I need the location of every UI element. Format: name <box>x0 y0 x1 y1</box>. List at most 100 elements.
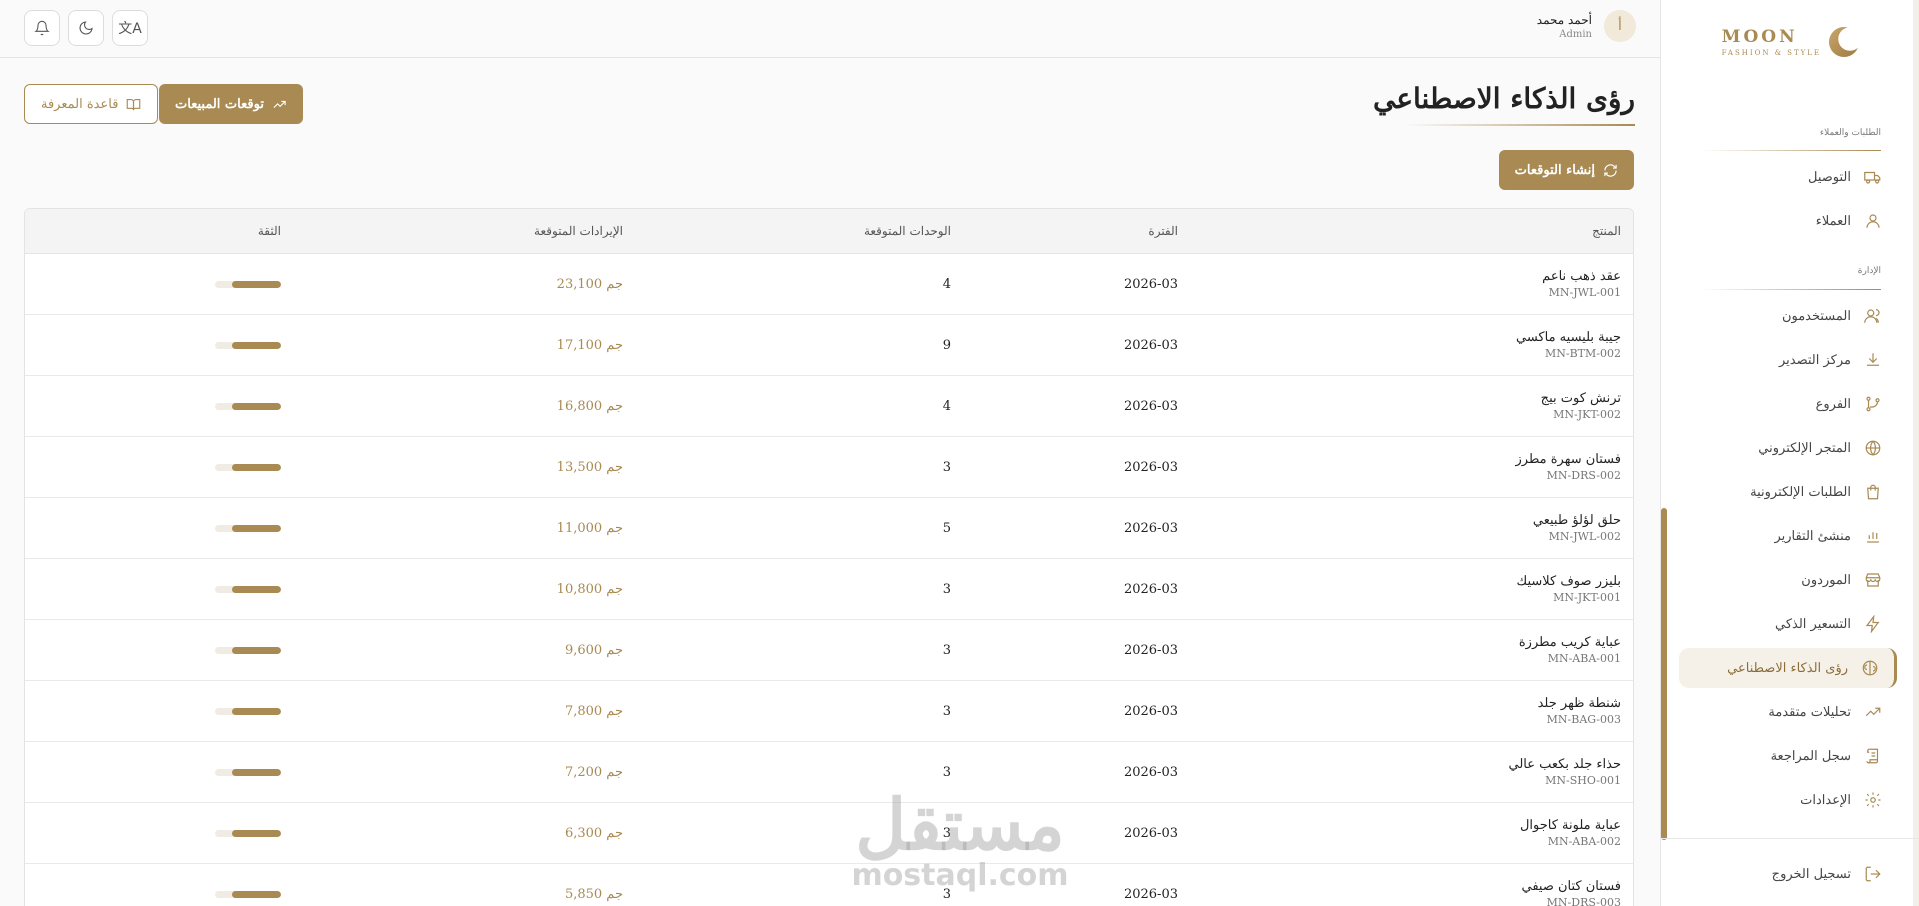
sidebar-item[interactable]: التسعير الذكي <box>1679 604 1897 644</box>
period-value: 2026-03 <box>1123 825 1178 841</box>
brand-logo[interactable]: MOON FASHION & STYLE <box>1722 22 1859 62</box>
theme-toggle-button[interactable] <box>68 10 104 46</box>
revenue-value: 23,100 جم <box>556 276 623 292</box>
sidebar-item[interactable]: تحليلات متقدمة <box>1679 692 1897 732</box>
table-row[interactable]: حلق لؤلؤ طبيعي MN-JWL-002 2026-03 5 11,000 ج… <box>25 498 1633 559</box>
product-sku: MN-DRS-002 <box>1546 469 1621 482</box>
translate-icon: 文A <box>118 21 142 37</box>
confidence-fill <box>231 341 281 349</box>
moon-icon <box>79 21 93 35</box>
title-underline <box>1405 124 1635 126</box>
sidebar-item[interactable]: العملاء <box>1679 201 1897 241</box>
table-row[interactable]: ترنش كوت بيج MN-JKT-002 2026-03 4 16,800 جم <box>25 376 1633 437</box>
table-header: المنتج الفترة الوحدات المتوقعة الإيرادات… <box>25 209 1633 254</box>
confidence-bar <box>215 341 281 349</box>
table-row[interactable]: عباية كريب مطرزة MN-ABA-001 2026-03 3 9,600 … <box>25 620 1633 681</box>
section-divider <box>1701 150 1881 151</box>
user-menu[interactable]: أ أحمد محمد Admin <box>1537 10 1636 42</box>
logout-icon <box>1863 864 1883 884</box>
globe-icon <box>1863 438 1883 458</box>
product-sku: MN-JWL-002 <box>1548 530 1621 543</box>
table-row[interactable]: جيبة بليسيه ماكسي MN-BTM-002 2026-03 9 17,10… <box>25 315 1633 376</box>
revenue-value: 5,850 جم <box>564 886 623 902</box>
trending-up-icon <box>273 100 286 108</box>
column-header-units[interactable]: الوحدات المتوقعة <box>864 209 951 253</box>
generate-forecasts-button[interactable]: إنشاء التوقعات <box>1498 150 1634 190</box>
sales-forecast-button[interactable]: توقعات المبيعات <box>159 84 303 124</box>
confidence-bar <box>215 707 281 715</box>
page-title: رؤى الذكاء الاصطناعي <box>1372 82 1635 115</box>
sidebar-item[interactable]: المتجر الإلكتروني <box>1679 428 1897 468</box>
sidebar-item[interactable]: منشئ التقارير <box>1679 516 1897 556</box>
confidence-bar <box>215 768 281 776</box>
revenue-value: 6,300 جم <box>564 825 623 841</box>
period-value: 2026-03 <box>1123 276 1178 292</box>
sidebar-item[interactable]: سجل المراجعة <box>1679 736 1897 776</box>
sidebar-item[interactable]: رؤى الذكاء الاصطناعي <box>1679 648 1897 688</box>
confidence-fill <box>231 463 281 471</box>
forecast-table: المنتج الفترة الوحدات المتوقعة الإيرادات… <box>24 208 1634 906</box>
revenue-value: 17,100 جم <box>556 337 623 353</box>
download-icon <box>1863 350 1883 370</box>
table-row[interactable]: عباية ملونة كاجوال MN-ABA-002 2026-03 3 6,30… <box>25 803 1633 864</box>
sidebar-item[interactable]: التوصيل <box>1679 157 1897 197</box>
sidebar-item[interactable]: مركز التصدير <box>1679 340 1897 380</box>
topbar: 文A أ أحمد محمد Admin <box>0 0 1660 58</box>
confidence-fill <box>231 768 281 776</box>
logout-button[interactable]: تسجيل الخروج <box>1679 856 1897 892</box>
table-row[interactable]: حذاء جلد بكعب عالي MN-SHO-001 2026-03 3 7,20… <box>25 742 1633 803</box>
product-sku: MN-DRS-003 <box>1546 896 1621 906</box>
confidence-bar <box>215 585 281 593</box>
truck-icon <box>1863 167 1883 187</box>
product-sku: MN-JWL-001 <box>1548 286 1621 299</box>
confidence-bar <box>215 890 281 898</box>
sidebar-item[interactable]: الفروع <box>1679 384 1897 424</box>
section-label-orders: الطلبات والعملاء <box>1819 128 1881 138</box>
product-name: حلق لؤلؤ طبيعي <box>1532 513 1621 528</box>
period-value: 2026-03 <box>1123 703 1178 719</box>
confidence-bar <box>215 829 281 837</box>
sidebar-item-label: سجل المراجعة <box>1770 748 1851 764</box>
product-name: فستان سهرة مطرز <box>1515 452 1621 467</box>
column-header-revenue[interactable]: الإيرادات المتوقعة <box>534 209 623 253</box>
book-icon <box>127 98 141 110</box>
brand-name: MOON <box>1721 27 1798 47</box>
table-row[interactable]: بليزر صوف كلاسيك MN-JKT-001 2026-03 3 10,800… <box>25 559 1633 620</box>
sidebar-scrollbar[interactable] <box>1661 508 1667 840</box>
sidebar-scrollbar-track <box>1913 0 1919 906</box>
units-value: 3 <box>942 703 951 719</box>
sidebar-item[interactable]: الموردون <box>1679 560 1897 600</box>
product-sku: MN-ABA-002 <box>1547 835 1621 848</box>
confidence-fill <box>231 524 281 532</box>
sidebar-item[interactable]: الطلبات الإلكترونية <box>1679 472 1897 512</box>
period-value: 2026-03 <box>1123 520 1178 536</box>
revenue-value: 9,600 جم <box>564 642 623 658</box>
table-row[interactable]: فستان سهرة مطرز MN-DRS-002 2026-03 3 13,500 … <box>25 437 1633 498</box>
revenue-value: 13,500 جم <box>556 459 623 475</box>
sidebar-item-label: المستخدمون <box>1781 308 1851 324</box>
product-name: ترنش كوت بيج <box>1540 391 1621 406</box>
sidebar-item[interactable]: الإعدادات <box>1679 780 1897 820</box>
product-name: جيبة بليسيه ماكسي <box>1516 330 1621 345</box>
notifications-button[interactable] <box>24 10 60 46</box>
column-header-product[interactable]: المنتج <box>1592 209 1621 253</box>
sidebar: MOON FASHION & STYLE الطلبات والعملاء ال… <box>1660 0 1919 906</box>
product-sku: MN-BAG-003 <box>1546 713 1621 726</box>
confidence-bar <box>215 524 281 532</box>
column-header-period[interactable]: الفترة <box>1148 209 1178 253</box>
table-row[interactable]: فستان كتان صيفي MN-DRS-003 2026-03 3 5,850 ج… <box>25 864 1633 906</box>
column-header-confidence[interactable]: الثقة <box>258 209 281 253</box>
knowledge-base-button[interactable]: قاعدة المعرفة <box>24 84 159 124</box>
trending-up-icon <box>1863 702 1883 722</box>
generate-forecasts-label: إنشاء التوقعات <box>1514 162 1595 178</box>
user-icon <box>1863 211 1883 231</box>
language-toggle-button[interactable]: 文A <box>112 10 148 46</box>
sidebar-item[interactable]: المستخدمون <box>1679 296 1897 336</box>
table-row[interactable]: عقد ذهب ناعم MN-JWL-001 2026-03 4 23,100 جم <box>25 254 1633 315</box>
table-row[interactable]: شنطة ظهر جلد MN-BAG-003 2026-03 3 7,800 جم <box>25 681 1633 742</box>
product-name: بليزر صوف كلاسيك <box>1516 574 1621 589</box>
product-name: فستان كتان صيفي <box>1521 879 1622 894</box>
gear-icon <box>1863 790 1883 810</box>
sidebar-item-label: الموردون <box>1801 572 1851 588</box>
user-name: أحمد محمد <box>1536 12 1592 27</box>
